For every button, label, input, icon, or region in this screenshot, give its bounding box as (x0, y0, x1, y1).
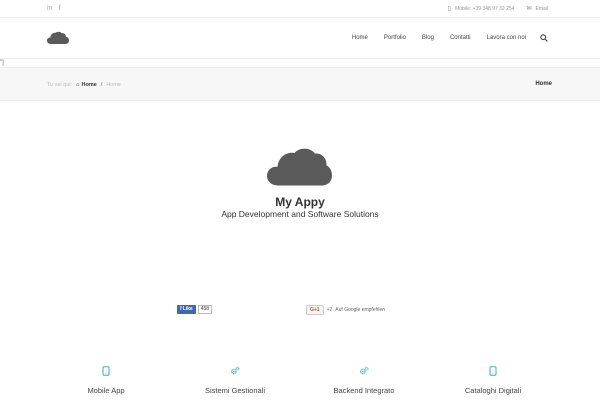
envelope-icon: ✉ (526, 6, 532, 12)
gplus-button[interactable]: G+1 (306, 305, 324, 315)
email-link[interactable]: Email (535, 6, 548, 12)
contact-info: ▯ Mobile: +39 348 97 32 254 ✉ Email (447, 5, 548, 13)
cloud-logo-icon[interactable] (47, 31, 69, 45)
service-cataloghi-digitali[interactable]: Cataloghi Digitali (418, 366, 568, 395)
service-label: Mobile App (87, 386, 125, 395)
home-icon: ⌂ (76, 82, 80, 88)
hero-title: My Appy (275, 195, 325, 209)
service-backend-integrato[interactable]: Backend Integrato (289, 366, 439, 395)
site-header: Home Portfolio Blog Contatti Lavora con … (0, 19, 600, 59)
mobile-number: Mobile: +39 348 97 32 254 (455, 5, 515, 12)
hero-cloud-icon (267, 148, 332, 186)
page-title: Home (535, 81, 552, 87)
facebook-like-count: 458 (197, 305, 213, 314)
email-contact[interactable]: ✉ Email (526, 5, 548, 13)
breadcrumb-prefix: Tu sei qui: (47, 82, 73, 88)
stray-text: "] (0, 60, 4, 66)
facebook-like-label: Like (182, 306, 193, 312)
breadcrumb-separator: / (100, 82, 103, 88)
nav-item-blog[interactable]: Blog (414, 33, 442, 43)
tablet-icon (102, 366, 110, 376)
mobile-contact: ▯ Mobile: +39 348 97 32 254 (447, 5, 515, 13)
search-icon[interactable] (540, 34, 548, 42)
gears-icon (359, 366, 369, 375)
breadcrumb-home[interactable]: ⌂ Home (76, 82, 97, 88)
gplus-widget: G+1 +2 Auf Google empfehlen (306, 305, 385, 315)
main-nav: Home Portfolio Blog Contatti Lavora con … (344, 33, 548, 43)
facebook-icon[interactable]: f (58, 5, 60, 13)
gears-icon (230, 366, 240, 375)
service-label: Cataloghi Digitali (464, 386, 522, 395)
facebook-like-button[interactable]: f Like (177, 305, 196, 314)
gplus-count: +2 (326, 307, 333, 313)
breadcrumb: Tu sei qui: ⌂ Home / Home (47, 82, 121, 88)
facebook-icon: f (180, 306, 182, 312)
gplus-text: Auf Google empfehlen (335, 307, 386, 313)
service-label: Backend Integrato (333, 386, 395, 395)
service-sistemi-gestionali[interactable]: Sistemi Gestionali (160, 366, 310, 395)
phone-icon: ▯ (447, 6, 452, 12)
top-bar: in f ▯ Mobile: +39 348 97 32 254 ✉ Email (0, 0, 600, 18)
service-mobile-app[interactable]: Mobile App (31, 366, 181, 395)
nav-item-contatti[interactable]: Contatti (442, 33, 479, 43)
service-label: Sistemi Gestionali (204, 386, 266, 395)
social-links: in f (47, 5, 60, 13)
nav-item-lavora[interactable]: Lavora con noi (479, 33, 534, 43)
breadcrumb-band: Tu sei qui: ⌂ Home / Home Home (0, 67, 600, 101)
linkedin-icon[interactable]: in (47, 5, 52, 13)
facebook-like-widget: f Like 458 (177, 305, 213, 314)
breadcrumb-current: Home (106, 82, 121, 88)
tablet-icon (489, 366, 497, 376)
breadcrumb-home-label: Home (81, 82, 97, 88)
nav-item-home[interactable]: Home (344, 33, 376, 43)
nav-item-portfolio[interactable]: Portfolio (376, 33, 414, 43)
hero-subtitle: App Development and Software Solutions (221, 209, 379, 219)
